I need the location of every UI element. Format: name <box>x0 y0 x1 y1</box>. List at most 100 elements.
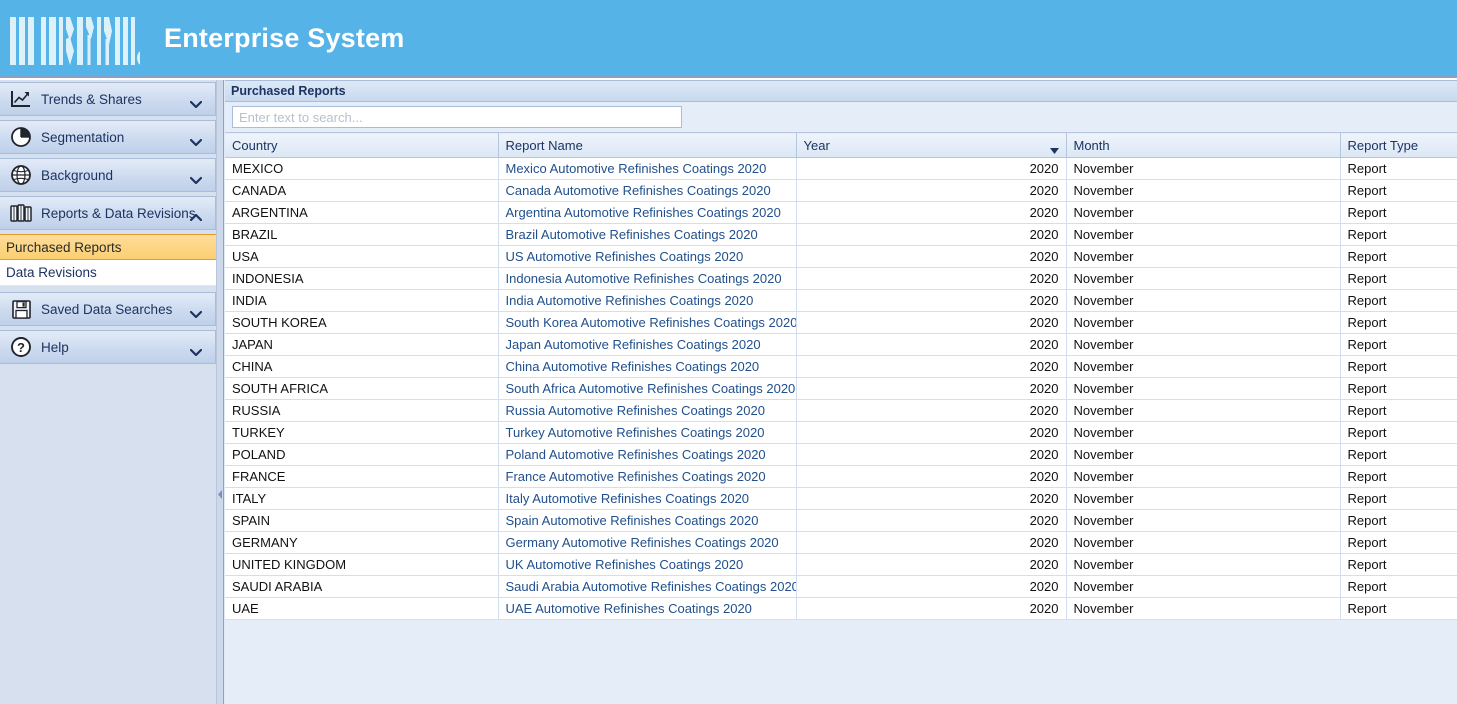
table-row[interactable]: INDONESIA Indonesia Automotive Refinishes… <box>225 267 1457 290</box>
table-row[interactable]: MEXICO Mexico Automotive Refinishes Coati… <box>225 157 1457 180</box>
cell-year: 2020 <box>796 487 1067 510</box>
cell-report_type: Report <box>1340 531 1457 554</box>
cell-report_name[interactable]: China Automotive Refinishes Coatings 202… <box>498 355 797 378</box>
cell-report_name[interactable]: Poland Automotive Refinishes Coatings 20… <box>498 443 797 466</box>
chevron-down-icon[interactable] <box>189 343 203 357</box>
table-row[interactable]: SOUTH KOREA South Korea Automotive Refini… <box>225 311 1457 334</box>
report-link[interactable]: Indonesia Automotive Refinishes Coatings… <box>506 271 782 286</box>
cell-report_name[interactable]: France Automotive Refinishes Coatings 20… <box>498 465 797 488</box>
sidebar-group-segmentation[interactable]: Segmentation <box>0 120 216 154</box>
cell-report_type: Report <box>1340 421 1457 444</box>
cell-report_name[interactable]: Russia Automotive Refinishes Coatings 20… <box>498 399 797 422</box>
table-row[interactable]: JAPAN Japan Automotive Refinishes Coating… <box>225 333 1457 356</box>
sidebar-splitter[interactable] <box>217 80 224 704</box>
report-link[interactable]: Saudi Arabia Automotive Refinishes Coati… <box>506 579 796 594</box>
cell-report_name[interactable]: Brazil Automotive Refinishes Coatings 20… <box>498 223 797 246</box>
chevron-down-icon[interactable] <box>189 95 203 109</box>
table-row[interactable]: SOUTH AFRICA South Africa Automotive Refi… <box>225 377 1457 400</box>
sidebar-item-data-revisions[interactable]: Data Revisions <box>0 260 216 286</box>
column-header-month[interactable]: Month <box>1066 132 1341 158</box>
report-link[interactable]: Brazil Automotive Refinishes Coatings 20… <box>506 227 758 242</box>
cell-month: November <box>1066 443 1341 466</box>
report-link[interactable]: South Africa Automotive Refinishes Coati… <box>506 381 796 396</box>
report-link[interactable]: Poland Automotive Refinishes Coatings 20… <box>506 447 766 462</box>
cell-report_name[interactable]: India Automotive Refinishes Coatings 202… <box>498 289 797 312</box>
table-row[interactable]: UAE UAE Automotive Refinishes Coatings 20… <box>225 597 1457 620</box>
sort-descending-arrow-icon[interactable] <box>1049 142 1059 154</box>
search-input[interactable] <box>232 106 682 128</box>
cell-report_type: Report <box>1340 553 1457 576</box>
chevron-down-icon[interactable] <box>189 171 203 185</box>
cell-report_name[interactable]: Mexico Automotive Refinishes Coatings 20… <box>498 157 797 180</box>
report-link[interactable]: Mexico Automotive Refinishes Coatings 20… <box>506 161 767 176</box>
report-link[interactable]: Canada Automotive Refinishes Coatings 20… <box>506 183 771 198</box>
cell-year: 2020 <box>796 311 1067 334</box>
column-header-year[interactable]: Year <box>796 132 1067 158</box>
cell-report_name[interactable]: US Automotive Refinishes Coatings 2020 <box>498 245 797 268</box>
table-row[interactable]: BRAZIL Brazil Automotive Refinishes Coati… <box>225 223 1457 246</box>
report-link[interactable]: Argentina Automotive Refinishes Coatings… <box>506 205 781 220</box>
cell-report_name[interactable]: UAE Automotive Refinishes Coatings 2020 <box>498 597 797 620</box>
table-row[interactable]: ITALY Italy Automotive Refinishes Coating… <box>225 487 1457 510</box>
report-link[interactable]: South Korea Automotive Refinishes Coatin… <box>506 315 796 330</box>
table-row[interactable]: CANADA Canada Automotive Refinishes Coati… <box>225 179 1457 202</box>
report-link[interactable]: Japan Automotive Refinishes Coatings 202… <box>506 337 761 352</box>
report-link[interactable]: India Automotive Refinishes Coatings 202… <box>506 293 754 308</box>
cell-report_name[interactable]: Japan Automotive Refinishes Coatings 202… <box>498 333 797 356</box>
report-link[interactable]: Turkey Automotive Refinishes Coatings 20… <box>506 425 765 440</box>
table-row[interactable]: TURKEY Turkey Automotive Refinishes Coati… <box>225 421 1457 444</box>
cell-month: November <box>1066 179 1341 202</box>
column-header-report-name[interactable]: Report Name <box>498 132 797 158</box>
sidebar-group-trends-and-shares[interactable]: Trends & Shares <box>0 82 216 116</box>
table-row[interactable]: POLAND Poland Automotive Refinishes Coati… <box>225 443 1457 466</box>
table-row[interactable]: INDIA India Automotive Refinishes Coating… <box>225 289 1457 312</box>
table-row[interactable]: UNITED KINGDOM UK Automotive Refinishes C… <box>225 553 1457 576</box>
cell-report_name[interactable]: Saudi Arabia Automotive Refinishes Coati… <box>498 575 797 598</box>
chevron-down-icon[interactable] <box>189 305 203 319</box>
table-row[interactable]: SPAIN Spain Automotive Refinishes Coating… <box>225 509 1457 532</box>
collapse-left-arrow-icon[interactable] <box>217 486 224 502</box>
cell-report_name[interactable]: Argentina Automotive Refinishes Coatings… <box>498 201 797 224</box>
cell-report_name[interactable]: Canada Automotive Refinishes Coatings 20… <box>498 179 797 202</box>
cell-report_name[interactable]: Spain Automotive Refinishes Coatings 202… <box>498 509 797 532</box>
report-link[interactable]: Spain Automotive Refinishes Coatings 202… <box>506 513 759 528</box>
table-row[interactable]: FRANCE France Automotive Refinishes Coati… <box>225 465 1457 488</box>
cell-report_name[interactable]: Italy Automotive Refinishes Coatings 202… <box>498 487 797 510</box>
sidebar-group-saved-data-searches[interactable]: Saved Data Searches <box>0 292 216 326</box>
chevron-down-icon[interactable] <box>189 133 203 147</box>
sidebar-group-reports-and-data-revisions[interactable]: Reports & Data Revisions <box>0 196 216 230</box>
cell-report_name[interactable]: Germany Automotive Refinishes Coatings 2… <box>498 531 797 554</box>
cell-country: SAUDI ARABIA <box>225 575 499 598</box>
table-row[interactable]: GERMANY Germany Automotive Refinishes Coa… <box>225 531 1457 554</box>
report-link[interactable]: UAE Automotive Refinishes Coatings 2020 <box>506 601 752 616</box>
cell-report_type: Report <box>1340 575 1457 598</box>
report-link[interactable]: France Automotive Refinishes Coatings 20… <box>506 469 766 484</box>
report-link[interactable]: Germany Automotive Refinishes Coatings 2… <box>506 535 779 550</box>
cell-country: MEXICO <box>225 157 499 180</box>
sidebar-group-background[interactable]: Background <box>0 158 216 192</box>
report-link[interactable]: Italy Automotive Refinishes Coatings 202… <box>506 491 750 506</box>
cell-report_name[interactable]: Turkey Automotive Refinishes Coatings 20… <box>498 421 797 444</box>
cell-report_type: Report <box>1340 245 1457 268</box>
table-row[interactable]: ARGENTINA Argentina Automotive Refinishes… <box>225 201 1457 224</box>
report-link[interactable]: Russia Automotive Refinishes Coatings 20… <box>506 403 765 418</box>
report-link[interactable]: US Automotive Refinishes Coatings 2020 <box>506 249 744 264</box>
cell-report_name[interactable]: UK Automotive Refinishes Coatings 2020 <box>498 553 797 576</box>
column-header-country[interactable]: Country <box>225 132 499 158</box>
chevron-up-icon[interactable] <box>189 209 203 222</box>
cell-report_type: Report <box>1340 509 1457 532</box>
cell-report_name[interactable]: South Korea Automotive Refinishes Coatin… <box>498 311 797 334</box>
table-row[interactable]: CHINA China Automotive Refinishes Coating… <box>225 355 1457 378</box>
sidebar-item-purchased-reports[interactable]: Purchased Reports <box>0 234 216 260</box>
cell-country: UAE <box>225 597 499 620</box>
cell-report_name[interactable]: South Africa Automotive Refinishes Coati… <box>498 377 797 400</box>
report-link[interactable]: UK Automotive Refinishes Coatings 2020 <box>506 557 744 572</box>
table-row[interactable]: USA US Automotive Refinishes Coatings 202… <box>225 245 1457 268</box>
svg-text:?: ? <box>17 340 25 355</box>
report-link[interactable]: China Automotive Refinishes Coatings 202… <box>506 359 760 374</box>
sidebar-group-help[interactable]: ? Help <box>0 330 216 364</box>
column-header-report-type[interactable]: Report Type <box>1340 132 1457 158</box>
table-row[interactable]: RUSSIA Russia Automotive Refinishes Coati… <box>225 399 1457 422</box>
cell-report_name[interactable]: Indonesia Automotive Refinishes Coatings… <box>498 267 797 290</box>
table-row[interactable]: SAUDI ARABIA Saudi Arabia Automotive Refi… <box>225 575 1457 598</box>
